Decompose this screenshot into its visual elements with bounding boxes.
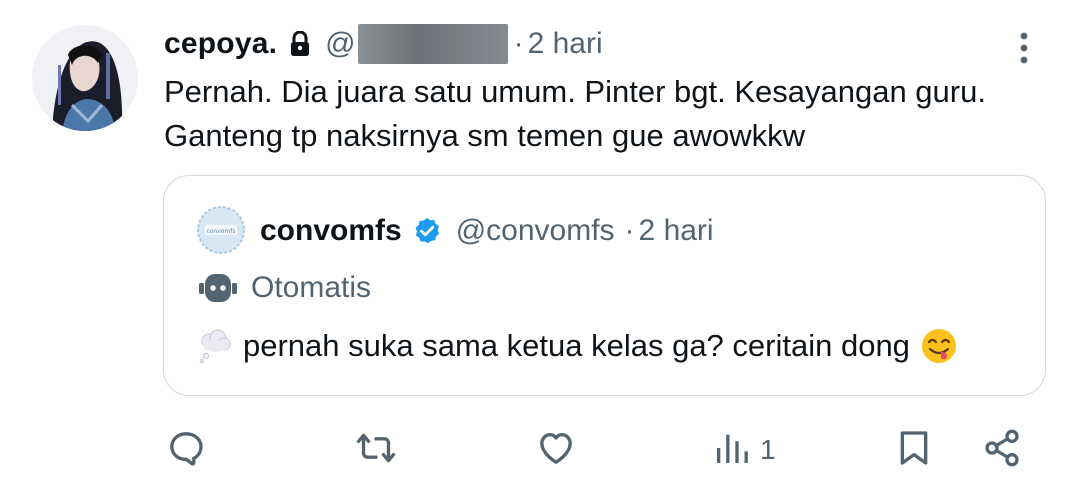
lock-icon bbox=[289, 30, 311, 57]
quote-timestamp[interactable]: 2 hari bbox=[639, 214, 714, 248]
share-icon bbox=[982, 428, 1022, 473]
separator-dot: · bbox=[624, 214, 635, 247]
tweet-timestamp[interactable]: 2 hari bbox=[528, 27, 603, 61]
tweet-text-line: Ganteng tp naksirnya sm temen gue awowkk… bbox=[164, 118, 805, 153]
face-savoring-food-emoji bbox=[920, 327, 958, 365]
verified-badge-icon bbox=[412, 216, 442, 246]
tweet-text: Pernah. Dia juara satu umum. Pinter bgt.… bbox=[164, 70, 1064, 158]
views-count: 1 bbox=[760, 434, 776, 465]
heart-icon bbox=[536, 428, 576, 473]
bookmark-icon bbox=[894, 428, 934, 473]
reply-icon bbox=[166, 428, 206, 473]
views-chart-icon bbox=[712, 428, 752, 473]
share-button[interactable] bbox=[982, 428, 1022, 472]
handle-prefix[interactable]: @ bbox=[325, 27, 355, 61]
quote-text: pernah suka sama ketua kelas ga? ceritai… bbox=[243, 328, 910, 363]
like-button[interactable] bbox=[536, 428, 576, 472]
handle-redacted bbox=[357, 24, 508, 64]
retweet-icon bbox=[356, 428, 396, 473]
tweet-header: cepoya. @ · 2 hari bbox=[164, 22, 603, 66]
automated-label[interactable]: Otomatis bbox=[199, 268, 371, 308]
avatar[interactable] bbox=[32, 25, 138, 131]
quote-text-row: pernah suka sama ketua kelas ga? ceritai… bbox=[197, 324, 958, 368]
tweet-text-line: Pernah. Dia juara satu umum. Pinter bgt.… bbox=[164, 74, 986, 109]
retweet-button[interactable] bbox=[356, 428, 396, 472]
reply-button[interactable] bbox=[166, 428, 206, 472]
display-name[interactable]: cepoya. bbox=[164, 27, 277, 61]
quote-header: convomfs @convomfs · 2 hari bbox=[260, 210, 714, 252]
quoted-tweet-card[interactable]: convomfs convomfs @convomfs · 2 hari Oto… bbox=[163, 175, 1046, 396]
quote-avatar[interactable]: convomfs bbox=[197, 206, 245, 254]
quote-avatar-logo-text: convomfs bbox=[206, 228, 235, 235]
robot-icon bbox=[199, 273, 237, 303]
separator-dot: · bbox=[513, 27, 524, 60]
views-button[interactable]: 1 bbox=[712, 428, 776, 472]
action-bar: 1 bbox=[0, 420, 1078, 480]
quote-display-name[interactable]: convomfs bbox=[260, 214, 402, 248]
thought-bubble-emoji bbox=[197, 328, 233, 364]
automated-label-text: Otomatis bbox=[251, 271, 372, 304]
bookmark-button[interactable] bbox=[894, 428, 934, 472]
more-vertical-icon[interactable] bbox=[1012, 28, 1036, 68]
quote-handle[interactable]: @convomfs bbox=[456, 214, 615, 248]
